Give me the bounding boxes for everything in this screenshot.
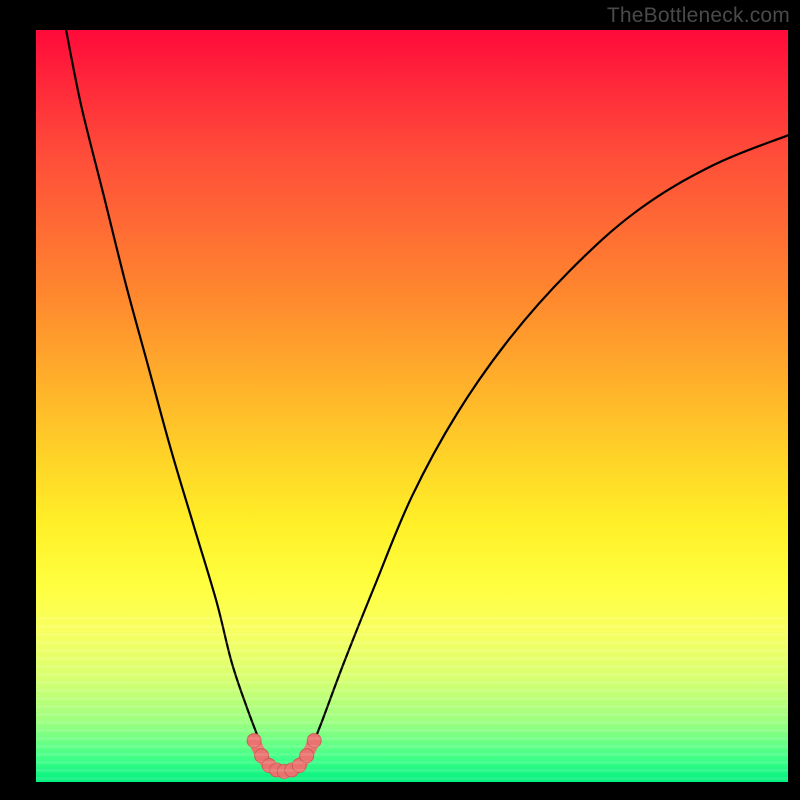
right-curve — [307, 135, 788, 759]
valley-dot — [300, 749, 314, 763]
valley-dot — [247, 734, 261, 748]
valley-dot — [307, 734, 321, 748]
left-curve — [66, 30, 265, 759]
plot-area — [36, 30, 788, 782]
chart-frame: TheBottleneck.com — [0, 0, 800, 800]
watermark-text: TheBottleneck.com — [607, 4, 790, 28]
valley-marker-dots — [247, 734, 321, 779]
curve-layer — [36, 30, 788, 782]
